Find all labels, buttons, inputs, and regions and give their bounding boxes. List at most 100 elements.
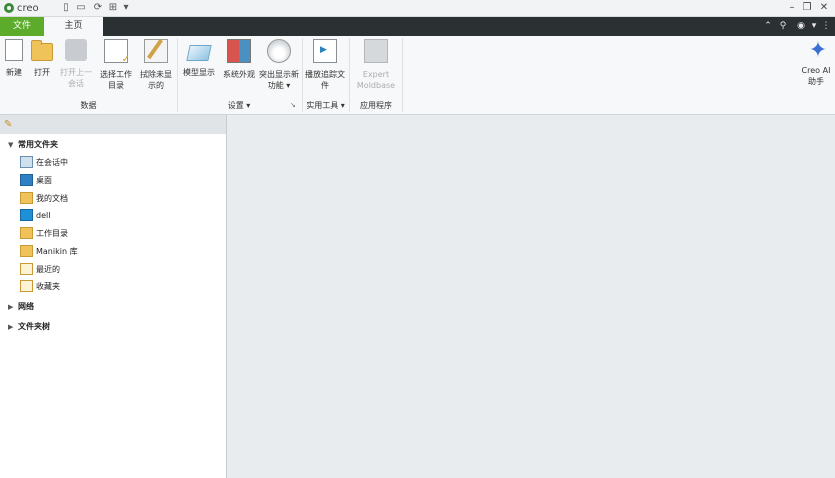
play-trail-file-button[interactable]: 播放追踪文件	[305, 39, 345, 91]
creo-ai-assistant-label: Creo AI 助手	[801, 66, 831, 86]
group-label-settings[interactable]: 设置 ▾	[178, 100, 300, 111]
folder-browser-header: ✎	[0, 115, 226, 134]
collapse-ribbon-icon[interactable]: ⌃	[762, 19, 774, 33]
system-appearance-icon	[227, 39, 251, 63]
open-button[interactable]: 打开	[30, 39, 54, 78]
model-display-label: 模型显示	[183, 68, 215, 77]
highlight-new-features-label: 突出显示新功能	[259, 70, 299, 90]
group-label-data: 数据	[80, 101, 97, 110]
list-item-recent[interactable]: 最近的	[20, 262, 60, 276]
my-documents-icon	[20, 192, 33, 204]
group-settings-label: 设置	[227, 101, 244, 110]
tab-file[interactable]: 文件	[0, 17, 44, 36]
list-item-manikin-library[interactable]: Manikin 库	[20, 244, 78, 258]
folder-browser-panel: ✎ ▼ 常用文件夹 在会话中 桌面 我的文档 dell 工作目录 Manikin …	[0, 115, 227, 478]
list-item-dell[interactable]: dell	[20, 208, 50, 222]
erase-not-displayed-icon	[144, 39, 168, 63]
minimize-icon[interactable]: –	[785, 1, 799, 14]
creo-ai-assistant-button[interactable]: Creo AI 助手	[797, 65, 835, 87]
select-working-dir-label: 选择工作目录	[100, 70, 132, 90]
open-last-session-button[interactable]: 打开上一会话	[57, 39, 95, 89]
open-last-session-label: 打开上一会话	[60, 68, 92, 88]
model-display-icon	[186, 45, 212, 61]
open-last-session-icon	[65, 39, 87, 61]
new-file-icon[interactable]: ▯	[60, 1, 72, 14]
open-folder-icon	[31, 40, 53, 61]
system-appearance-label: 系统外观	[223, 70, 255, 79]
list-item-label: 工作目录	[36, 228, 68, 238]
list-item-label: 最近的	[36, 264, 60, 274]
section-folder-tree[interactable]: ▶ 文件夹树	[8, 321, 50, 332]
title-bar: creo ▯ ▭ ⟳ ⊞ ▾ – ❐ ✕	[0, 0, 835, 17]
help-icon[interactable]: ◉	[795, 19, 807, 33]
settings-dialog-launcher-icon[interactable]: ↘	[290, 101, 296, 109]
ribbon-tab-bar: 文件 主页 ⌃ ⚲ ◉ ▾ ⋮	[0, 17, 835, 36]
list-item-label: 桌面	[36, 175, 52, 185]
select-working-dir-icon	[104, 39, 130, 65]
group-utilities-label: 实用工具	[306, 101, 339, 110]
list-item-label: 我的文档	[36, 193, 68, 203]
close-icon[interactable]: ✕	[817, 1, 831, 14]
section-network-label: 网络	[18, 302, 34, 311]
section-common-folders-label: 常用文件夹	[18, 140, 58, 149]
regenerate-icon[interactable]: ⟳	[92, 1, 104, 14]
highlight-dropdown-chevron-icon[interactable]: ▾	[286, 81, 290, 90]
collapsed-triangle-icon[interactable]: ▶	[8, 303, 18, 311]
windows-icon[interactable]: ⊞	[107, 1, 119, 14]
list-item-label: dell	[36, 210, 51, 220]
favorites-icon	[20, 280, 33, 292]
list-item-label: 收藏夹	[36, 281, 60, 291]
section-folder-tree-label: 文件夹树	[18, 322, 50, 331]
customize-toolbar-chevron-icon[interactable]: ▾	[120, 1, 132, 14]
list-item-label: Manikin 库	[36, 246, 78, 256]
erase-not-displayed-label: 拭除未显示的	[140, 70, 172, 90]
creo-logo-text: creo	[17, 2, 39, 14]
expert-moldbase-icon	[364, 39, 388, 63]
desktop-icon	[20, 174, 33, 186]
list-item-my-documents[interactable]: 我的文档	[20, 191, 68, 205]
expert-moldbase-button[interactable]: Expert Moldbase	[352, 39, 400, 91]
help-dropdown-chevron-icon[interactable]: ▾	[808, 19, 820, 33]
list-item-in-session[interactable]: 在会话中	[20, 155, 68, 169]
highlight-new-features-button[interactable]: 突出显示新功能 ▾	[259, 39, 299, 91]
new-doc-icon	[5, 39, 23, 61]
options-icon[interactable]: ⋮	[820, 19, 832, 33]
group-separator	[402, 38, 403, 112]
play-trail-file-label: 播放追踪文件	[305, 70, 345, 90]
select-working-dir-button[interactable]: 选择工作目录	[97, 39, 135, 91]
group-label-apps: 应用程序	[360, 101, 392, 110]
list-item-working-directory[interactable]: 工作目录	[20, 226, 68, 240]
highlight-new-features-icon	[267, 39, 291, 63]
system-appearance-button[interactable]: 系统外观	[220, 39, 258, 80]
manikin-library-icon	[20, 245, 33, 257]
creo-logo: creo	[4, 2, 39, 14]
play-trail-file-icon	[313, 39, 337, 63]
section-network[interactable]: ▶ 网络	[8, 301, 34, 312]
erase-not-displayed-button[interactable]: 拭除未显示的	[137, 39, 175, 91]
ribbon: 新建 打开 打开上一会话 选择工作目录 拭除未显示的 数据 模型显示 系统外观 …	[0, 36, 835, 115]
list-item-label: 在会话中	[36, 157, 68, 167]
creo-logo-icon	[4, 3, 14, 13]
in-session-icon	[20, 156, 33, 168]
creo-ai-assistant-icon[interactable]: ✦	[806, 39, 830, 63]
folder-browser-tab-icon[interactable]: ✎	[4, 119, 12, 130]
new-button[interactable]: 新建	[3, 39, 25, 78]
restore-icon[interactable]: ❐	[800, 1, 814, 14]
expert-moldbase-label: Expert Moldbase	[356, 70, 396, 90]
tab-home[interactable]: 主页	[44, 17, 103, 36]
dell-icon	[20, 209, 33, 221]
collapsed-triangle-icon[interactable]: ▶	[8, 323, 18, 331]
new-button-label: 新建	[6, 68, 22, 77]
search-icon[interactable]: ⚲	[777, 19, 789, 33]
list-item-desktop[interactable]: 桌面	[20, 173, 52, 187]
recent-icon	[20, 263, 33, 275]
expanded-triangle-icon[interactable]: ▼	[8, 141, 18, 149]
open-button-label: 打开	[34, 68, 50, 77]
main-graphics-area[interactable]	[227, 115, 835, 478]
model-display-button[interactable]: 模型显示	[180, 39, 218, 78]
section-common-folders[interactable]: ▼ 常用文件夹	[8, 139, 58, 150]
group-label-utilities[interactable]: 实用工具 ▾	[302, 100, 349, 111]
list-item-favorites[interactable]: 收藏夹	[20, 279, 60, 293]
working-directory-icon	[20, 227, 33, 239]
open-folder-icon[interactable]: ▭	[75, 1, 87, 14]
